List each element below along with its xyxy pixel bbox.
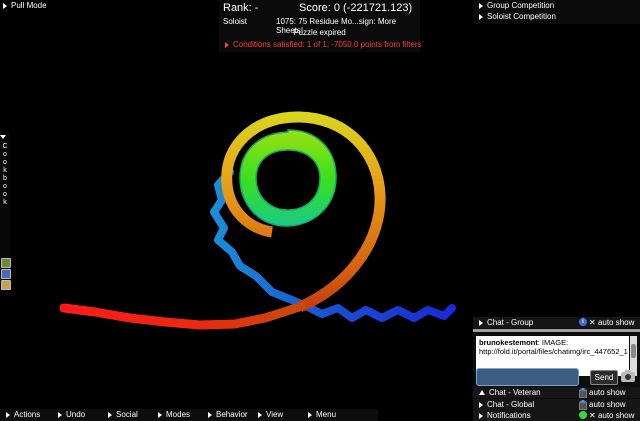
notifications-tab[interactable]: Notifications ✕ auto show bbox=[473, 410, 640, 421]
expand-arrow-icon bbox=[58, 411, 62, 418]
expand-arrow-icon bbox=[6, 411, 10, 418]
expand-arrow-icon bbox=[208, 411, 212, 418]
chat-global-tab[interactable]: Chat - Global i auto show bbox=[473, 399, 640, 410]
pull-mode-toggle[interactable]: Pull Mode bbox=[3, 1, 47, 10]
menu-label: Behavior bbox=[216, 410, 248, 419]
menu-label: Social bbox=[116, 410, 138, 419]
rank-label: Rank: - bbox=[223, 2, 259, 14]
bottom-menu-bar: Actions Undo Social Modes Behavior View … bbox=[0, 409, 378, 421]
menu-label: Menu bbox=[316, 410, 337, 419]
cookbook-letter: k bbox=[3, 199, 7, 206]
mode-label: Soloist bbox=[223, 17, 248, 26]
close-icon: ✕ bbox=[589, 318, 596, 327]
status-dot-icon bbox=[579, 411, 587, 419]
menu-undo[interactable]: Undo bbox=[58, 410, 85, 419]
protein-strand-red bbox=[59, 301, 307, 330]
menu-modes[interactable]: Modes bbox=[158, 410, 190, 419]
conditions-toggle[interactable]: Conditions satisfied: 1 of 1, -7050.0 po… bbox=[225, 40, 422, 49]
play-icon bbox=[3, 2, 7, 9]
expand-arrow-icon bbox=[108, 411, 112, 418]
cookbook-letter: C bbox=[2, 143, 8, 150]
chat-user: brunokestemont bbox=[479, 338, 538, 347]
autoshow-label: auto show bbox=[597, 411, 635, 420]
send-button[interactable]: Send bbox=[590, 370, 618, 385]
folder-icon[interactable] bbox=[1, 269, 11, 279]
scroll-thumb[interactable] bbox=[631, 344, 636, 358]
checkbox-icon bbox=[579, 402, 587, 410]
soloist-competition-toggle[interactable]: Soloist Competition bbox=[479, 12, 556, 21]
cookbook-toggle[interactable] bbox=[0, 132, 10, 141]
info-icon[interactable]: i bbox=[579, 318, 587, 326]
camera-icon[interactable] bbox=[620, 369, 636, 383]
autoshow-label: auto show bbox=[589, 400, 626, 409]
chat-group-label: Chat - Group bbox=[487, 318, 534, 327]
chat-veteran-tab[interactable]: Chat - Veteran i auto show bbox=[473, 387, 640, 398]
chevron-up-icon bbox=[479, 390, 485, 396]
chevron-down-icon bbox=[0, 134, 6, 139]
expand-arrow-icon bbox=[258, 411, 262, 418]
cookbook-letter: o bbox=[3, 151, 7, 158]
pull-mode-label: Pull Mode bbox=[11, 1, 47, 10]
puzzle-status: Puzzle expired bbox=[293, 28, 346, 37]
checkbox-icon bbox=[579, 390, 587, 398]
autoshow-label: auto show bbox=[597, 318, 635, 327]
score-label: Score: 0 (-221721.123) bbox=[299, 2, 413, 14]
chat-input[interactable] bbox=[476, 368, 579, 386]
chat-global-autoshow[interactable]: auto show bbox=[579, 400, 626, 410]
conditions-label: Conditions satisfied: 1 of 1, -7050.0 po… bbox=[233, 40, 422, 49]
cookbook-letter: o bbox=[3, 183, 7, 190]
score-panel: Rank: - Score: 0 (-221721.123) Soloist 1… bbox=[219, 0, 422, 52]
cookbook-letter: b bbox=[3, 175, 7, 182]
menu-menu[interactable]: Menu bbox=[308, 410, 336, 419]
chat-veteran-label: Chat - Veteran bbox=[489, 388, 541, 397]
menu-social[interactable]: Social bbox=[108, 410, 138, 419]
cookbook-letter: k bbox=[3, 167, 7, 174]
group-competition-label: Group Competition bbox=[487, 1, 555, 10]
menu-view[interactable]: View bbox=[258, 410, 283, 419]
protein-helix-inner bbox=[239, 129, 337, 227]
recipe-icon[interactable] bbox=[1, 258, 11, 268]
group-competition-toggle[interactable]: Group Competition bbox=[479, 1, 554, 10]
chat-group-autoshow[interactable]: ✕ auto show bbox=[589, 318, 634, 327]
cookbook-letter: o bbox=[3, 159, 7, 166]
chat-panel: Chat - Group i ✕ auto show brunokestemon… bbox=[473, 317, 640, 421]
autoshow-label: auto show bbox=[589, 388, 626, 397]
menu-actions[interactable]: Actions bbox=[6, 410, 40, 419]
chat-veteran-autoshow[interactable]: auto show bbox=[579, 388, 626, 398]
expand-arrow-icon bbox=[479, 412, 483, 419]
chat-global-label: Chat - Global bbox=[487, 400, 535, 409]
cookbook-letter: o bbox=[3, 191, 7, 198]
cookbook-panel[interactable]: Cookbook bbox=[0, 131, 11, 291]
expand-arrow-icon bbox=[158, 411, 162, 418]
menu-label: Undo bbox=[66, 410, 86, 419]
menu-label: View bbox=[266, 410, 284, 419]
expand-arrow-icon bbox=[479, 2, 483, 9]
divider bbox=[473, 329, 640, 332]
soloist-competition-label: Soloist Competition bbox=[487, 12, 556, 21]
expand-arrow-icon bbox=[479, 401, 483, 408]
expand-arrow-icon bbox=[479, 13, 483, 20]
script-icon[interactable] bbox=[1, 280, 11, 290]
menu-label: Modes bbox=[166, 410, 191, 419]
chat-group-tab[interactable]: Chat - Group i ✕ auto show bbox=[473, 317, 640, 328]
close-icon: ✕ bbox=[589, 411, 596, 420]
competition-panel: Group Competition Soloist Competition bbox=[473, 0, 640, 24]
cookbook-label: Cookbook bbox=[0, 143, 10, 207]
notifications-autoshow[interactable]: ✕ auto show bbox=[589, 411, 634, 420]
expand-arrow-icon bbox=[479, 319, 483, 326]
expand-arrow-icon bbox=[308, 411, 312, 418]
notifications-label: Notifications bbox=[487, 411, 531, 420]
menu-label: Actions bbox=[14, 410, 41, 419]
expand-arrow-icon bbox=[225, 41, 229, 48]
menu-behavior[interactable]: Behavior bbox=[208, 410, 248, 419]
